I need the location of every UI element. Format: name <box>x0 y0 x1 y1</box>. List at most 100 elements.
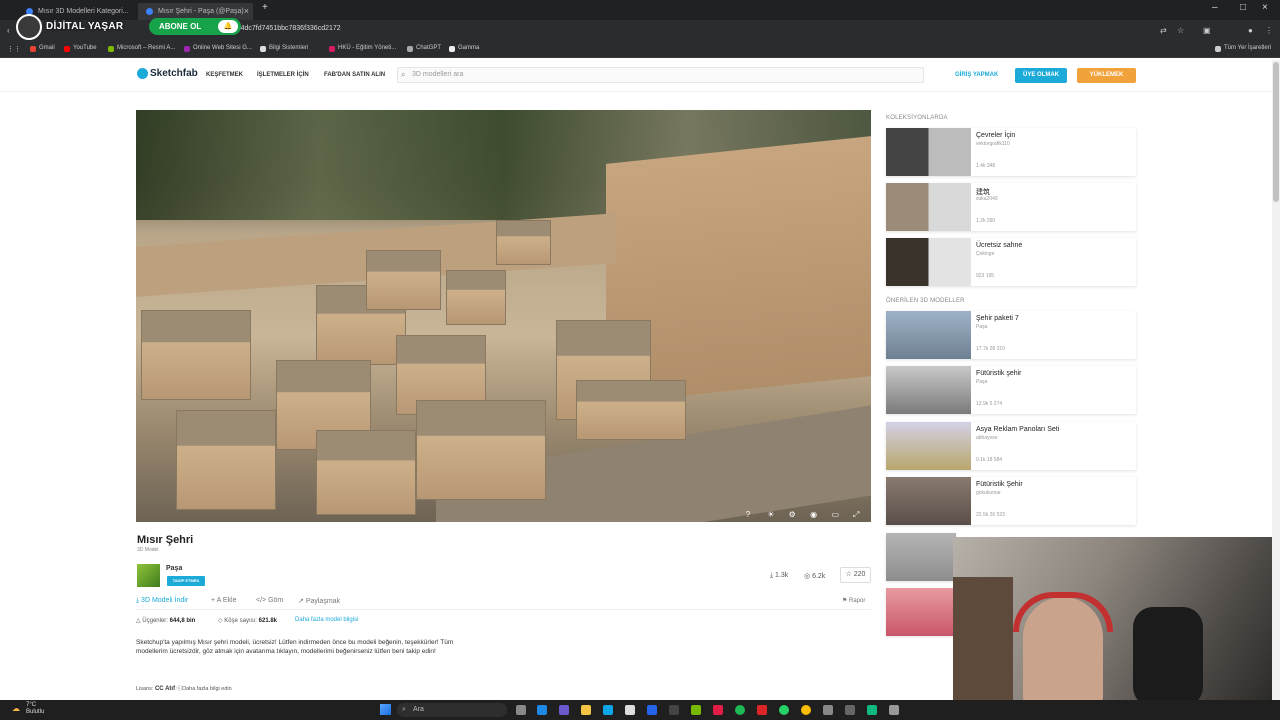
search-input[interactable]: ⌕ 3D modelleri ara <box>397 67 924 83</box>
copilot-icon[interactable] <box>537 705 547 715</box>
model-viewer[interactable]: ? ☀ ⚙ ◉ ▭ ⤢ <box>136 110 871 522</box>
close-window-icon[interactable]: × <box>1262 2 1268 13</box>
store-icon[interactable] <box>625 705 635 715</box>
nav-explore[interactable]: KEŞFETMEK <box>206 72 243 78</box>
help-icon[interactable]: ? <box>746 510 756 519</box>
nav-business[interactable]: İŞLETMELER İÇİN <box>257 72 309 78</box>
channel-avatar <box>16 14 42 40</box>
url-field[interactable]: 1bf14dc7fd7451bbc7836f336cd2172 <box>227 25 341 32</box>
recommended-card[interactable] <box>886 533 956 581</box>
recommended-card[interactable]: Fütüristik şehir Paşa 12.9k 5 274 <box>886 366 1136 414</box>
app-icon[interactable] <box>647 705 657 715</box>
settings-icon[interactable]: ⚙ <box>789 510 799 519</box>
extensions-icon[interactable]: ▣ <box>1203 26 1211 35</box>
bookmark-chatgpt[interactable]: ChatGPT <box>407 45 441 52</box>
building <box>496 220 551 265</box>
bookmark-youtube[interactable]: YouTube <box>64 45 97 52</box>
all-bookmarks[interactable]: Tüm Yer İşaretleri <box>1215 45 1271 52</box>
lighting-icon[interactable]: ☀ <box>767 510 777 519</box>
recommended-card[interactable]: Fütüristik Şehir gokukumar 22.5k 26 523 <box>886 477 1136 525</box>
app-icon[interactable] <box>669 705 679 715</box>
building <box>176 410 276 510</box>
headset <box>1013 592 1113 632</box>
add-to-link[interactable]: + A Ekle <box>211 597 237 604</box>
bookmark-web-site[interactable]: Online Web Sitesi G... <box>184 45 252 52</box>
signup-button[interactable]: ÜYE OLMAK <box>1015 68 1067 83</box>
file-explorer-icon[interactable] <box>581 705 591 715</box>
chrome-icon[interactable] <box>801 705 811 715</box>
model-thumbnail <box>886 533 956 581</box>
nvidia-icon[interactable] <box>691 705 701 715</box>
login-link[interactable]: GİRİŞ YAPMAK <box>955 72 998 78</box>
fullscreen-icon[interactable]: ⤢ <box>853 510 863 520</box>
task-view-icon[interactable] <box>516 705 526 715</box>
collection-card[interactable]: 建筑 suka2049 1.2k 260 <box>886 183 1136 231</box>
sketchfab-logo[interactable]: Sketchfab <box>137 68 198 79</box>
bookmark-gmail[interactable]: Gmail <box>30 45 55 52</box>
app-icon[interactable] <box>867 705 877 715</box>
author-name[interactable]: Paşa <box>166 565 182 572</box>
download-model-link[interactable]: ⤓ 3D Modeli İndir <box>136 597 188 605</box>
start-button[interactable] <box>380 704 391 715</box>
recommended-card[interactable]: Asya Reklam Panoları Seti abhaysse 9.1k … <box>886 422 1136 470</box>
bookmark-hku[interactable]: HKÜ - Eğitim Yöneti... <box>329 45 396 52</box>
upload-button[interactable]: YÜKLEMEK <box>1077 68 1136 83</box>
building <box>141 310 251 400</box>
bookmark-bilgi[interactable]: Bilgi Sistemleri <box>260 45 308 52</box>
more-model-info-link[interactable]: Daha fazla model bilgisi <box>295 617 358 623</box>
recommended-card[interactable] <box>886 588 956 636</box>
bookmark-star-icon[interactable]: ☆ <box>1177 26 1184 35</box>
follow-button[interactable]: TAKİP ETMEK <box>167 576 205 586</box>
inspector-icon[interactable]: ▭ <box>832 510 842 519</box>
bell-icon[interactable]: 🔔 <box>218 20 238 33</box>
embed-link[interactable]: </> Göm <box>256 597 283 604</box>
app-icon[interactable] <box>823 705 833 715</box>
building <box>576 380 686 440</box>
license-name[interactable]: CC Atıf <box>155 686 175 692</box>
collection-card[interactable]: Ücretsiz sahne Çekinge 923 195 <box>886 238 1136 286</box>
collection-thumbnail <box>886 128 971 176</box>
edge-icon[interactable] <box>603 705 613 715</box>
spotify-icon[interactable] <box>735 705 745 715</box>
close-tab-icon[interactable]: × <box>244 3 249 20</box>
card-author: abhaysse <box>976 435 998 441</box>
app-icon[interactable] <box>757 705 767 715</box>
minimize-icon[interactable]: – <box>1212 2 1218 13</box>
folder-icon <box>260 46 266 52</box>
profile-icon[interactable]: ● <box>1248 26 1253 35</box>
new-tab-button[interactable]: + <box>262 2 268 13</box>
building <box>446 270 506 325</box>
bookmark-microsoft[interactable]: Microsoft – Resmi A... <box>108 45 175 52</box>
card-stats: 17.7k 28 310 <box>976 346 1005 352</box>
subscribe-button[interactable]: ABONE OL 🔔 <box>149 18 241 35</box>
teams-icon[interactable] <box>559 705 569 715</box>
bookmark-gamma[interactable]: Gamma <box>449 45 479 52</box>
like-button[interactable]: ☆ 220 <box>840 567 871 583</box>
model-thumbnail <box>886 422 971 470</box>
collection-thumbnail <box>886 183 971 231</box>
browser-menu-icon[interactable]: ⋮ <box>1265 26 1273 35</box>
license-more-link[interactable]: Daha fazla bilgi edin <box>182 686 232 692</box>
taskbar-search[interactable]: ⌕ Ara <box>397 703 507 717</box>
app-icon[interactable] <box>713 705 723 715</box>
author-avatar[interactable] <box>137 564 160 587</box>
apps-icon[interactable]: ⋮⋮ <box>7 45 21 53</box>
app-icon[interactable] <box>845 705 855 715</box>
page-scrollbar[interactable] <box>1272 60 1280 700</box>
channel-name: DİJİTAL YAŞAR <box>46 21 124 32</box>
share-link[interactable]: ↗ Paylaşmak <box>298 597 340 605</box>
back-icon[interactable]: ‹ <box>7 26 10 35</box>
nav-buy-fab[interactable]: FAB'DAN SATIN ALIN <box>324 72 385 78</box>
report-link[interactable]: ⚑ Rapor <box>842 597 865 604</box>
whatsapp-icon[interactable] <box>779 705 789 715</box>
maximize-icon[interactable]: □ <box>1240 2 1246 13</box>
vr-icon[interactable]: ◉ <box>810 510 820 519</box>
settings-icon[interactable] <box>889 705 899 715</box>
scrollbar-thumb[interactable] <box>1273 62 1279 202</box>
weather-widget[interactable]: 7°C Bulutlu <box>26 702 44 716</box>
site-icon <box>184 46 190 52</box>
model-thumbnail <box>886 477 971 525</box>
recommended-card[interactable]: Şehir paketi 7 Paşa 17.7k 28 310 <box>886 311 1136 359</box>
translate-icon[interactable]: ⇄ <box>1160 26 1167 35</box>
collection-card[interactable]: Çevreler İçin vektorgrafik110 1.4k 348 <box>886 128 1136 176</box>
